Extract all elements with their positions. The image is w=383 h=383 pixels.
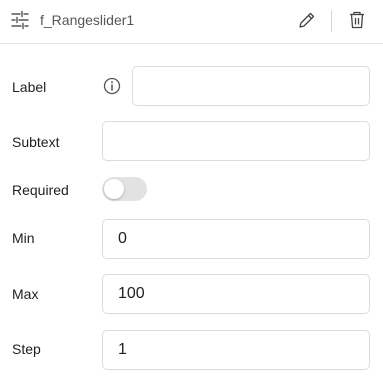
max-field-label: Max (12, 286, 39, 302)
max-input[interactable] (102, 274, 370, 314)
required-toggle[interactable] (102, 177, 147, 201)
min-field-label: Min (12, 230, 35, 246)
step-input[interactable] (102, 330, 370, 370)
min-input[interactable] (102, 219, 370, 259)
subtext-input[interactable] (102, 121, 370, 161)
step-field-label: Step (12, 341, 41, 357)
info-icon[interactable] (103, 77, 121, 100)
panel-header: f_Rangeslider1 (0, 0, 383, 44)
trash-icon[interactable] (347, 10, 367, 35)
label-input[interactable] (132, 66, 370, 106)
subtext-field-label: Subtext (12, 134, 60, 150)
sliders-settings-icon (10, 10, 30, 35)
required-field-label: Required (12, 182, 69, 198)
toggle-knob (104, 179, 124, 199)
label-field-label: Label (12, 79, 47, 95)
pencil-icon[interactable] (297, 10, 317, 35)
component-title: f_Rangeslider1 (40, 12, 135, 28)
header-divider (331, 10, 332, 32)
